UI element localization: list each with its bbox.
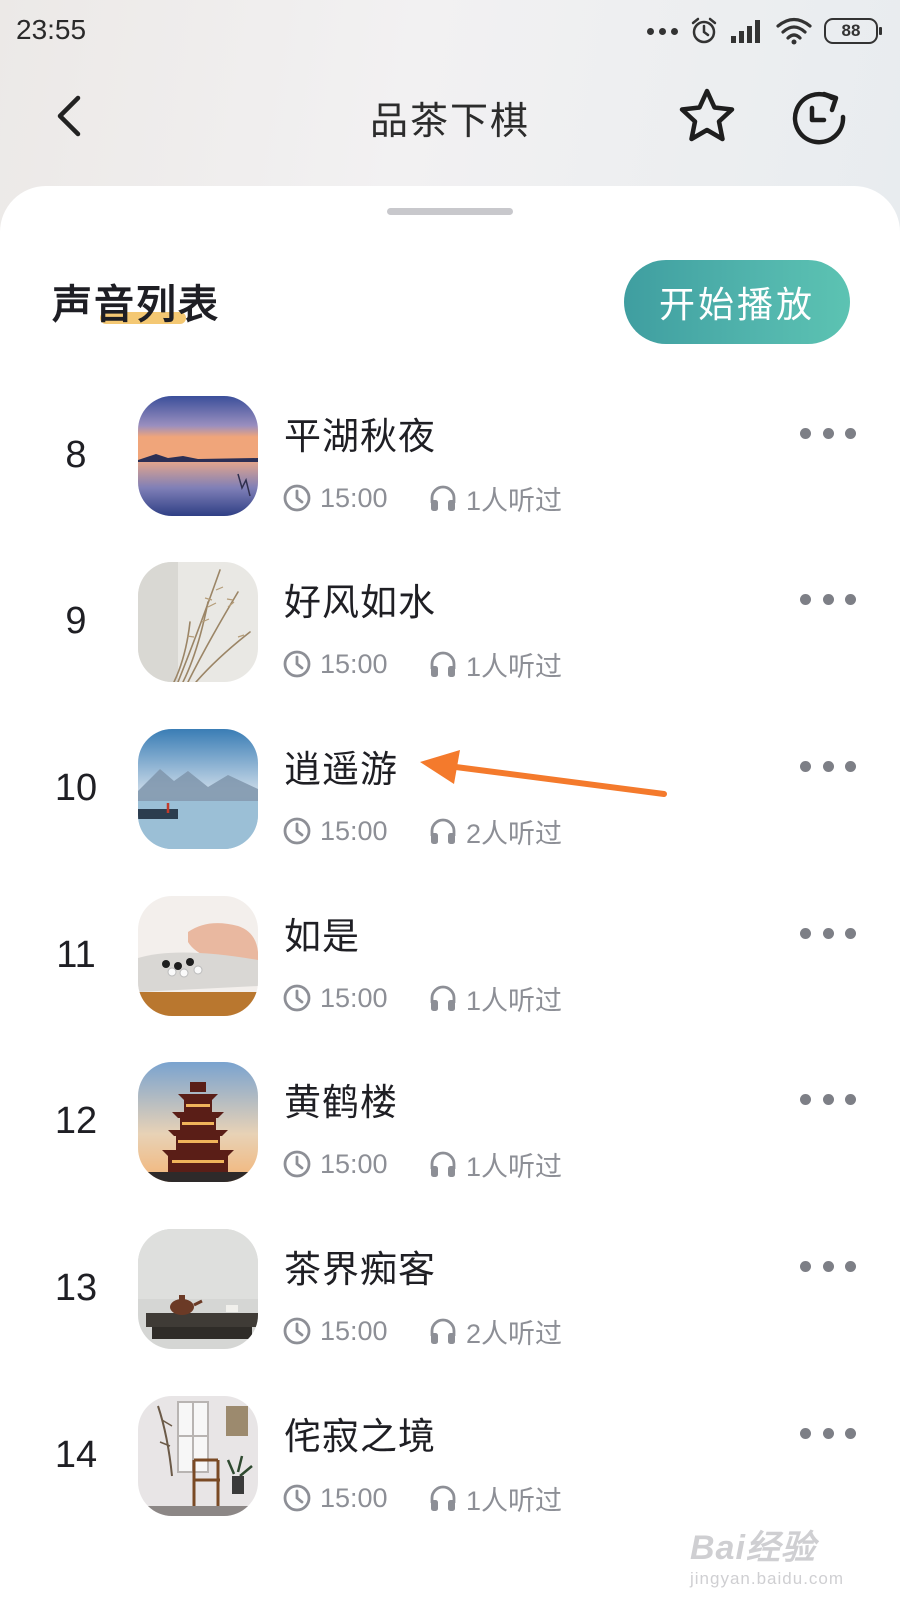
track-listeners: 2人听过 [466, 818, 563, 849]
track-thumbnail [138, 562, 258, 682]
track-title: 逍遥游 [284, 748, 398, 791]
refresh-button[interactable] [788, 86, 850, 148]
track-duration: 15:00 [320, 815, 388, 846]
favorite-button[interactable] [676, 86, 738, 148]
status-time: 23:55 [16, 14, 87, 45]
list-item[interactable]: 9 好风如水 15:00 1人听过 [0, 562, 900, 732]
lake-sunset-image [138, 396, 258, 516]
track-thumbnail [138, 896, 258, 1016]
go-board-hand-image [138, 896, 258, 1016]
track-duration: 15:00 [320, 1482, 388, 1513]
track-thumbnail [138, 729, 258, 849]
more-options-icon[interactable] [800, 1422, 856, 1444]
track-duration: 15:00 [320, 648, 388, 679]
track-number: 12 [54, 1100, 98, 1142]
track-meta: 15:00 1人听过 [282, 646, 562, 682]
track-meta: 15:00 2人听过 [282, 1313, 562, 1349]
more-options-icon[interactable] [800, 1088, 856, 1110]
track-title: 黄鹤楼 [284, 1081, 398, 1124]
track-thumbnail [138, 1062, 258, 1182]
clock-icon [283, 984, 311, 1012]
sheet-drag-handle[interactable] [387, 208, 513, 215]
track-number: 9 [65, 600, 87, 642]
more-options-icon[interactable] [800, 1255, 856, 1277]
track-number: 8 [65, 434, 87, 476]
play-all-button[interactable]: 开始播放 [624, 260, 850, 344]
list-item[interactable]: 11 如是 15:00 1人听过 [0, 896, 900, 1066]
more-options-icon[interactable] [800, 922, 856, 944]
list-item[interactable]: 8 平湖秋夜 15:00 1人听过 [0, 396, 900, 566]
chair-room-image [138, 1396, 258, 1516]
track-listeners: 1人听过 [466, 485, 563, 516]
track-number: 13 [54, 1267, 98, 1309]
clock-icon [283, 484, 311, 512]
track-duration: 15:00 [320, 482, 388, 513]
clock-icon [283, 1484, 311, 1512]
header: 品茶下棋 [0, 62, 900, 172]
star-icon [679, 88, 735, 142]
track-meta: 15:00 1人听过 [282, 1146, 562, 1182]
headphones-icon [430, 1318, 456, 1344]
status-bar: 23:55 88 [0, 0, 900, 62]
track-number: 10 [54, 767, 98, 809]
track-meta: 15:00 1人听过 [282, 980, 562, 1016]
track-title: 平湖秋夜 [284, 415, 436, 458]
headphones-icon [430, 485, 456, 511]
track-number: 11 [56, 934, 96, 976]
track-duration: 15:00 [320, 1315, 388, 1346]
headphones-icon [430, 651, 456, 677]
track-duration: 15:00 [320, 1148, 388, 1179]
signal-icon [731, 20, 760, 43]
headphones-icon [430, 1485, 456, 1511]
track-thumbnail [138, 396, 258, 516]
audio-list-sheet: 声音列表 开始播放 8 平湖秋夜 15:00 1人听过 9 好风如水 15:00… [0, 186, 900, 1600]
yellow-crane-tower-image [138, 1062, 258, 1182]
track-number: 14 [54, 1434, 98, 1476]
track-meta: 15:00 1人听过 [282, 1480, 562, 1516]
track-listeners: 1人听过 [466, 1485, 563, 1516]
page-title: 品茶下棋 [369, 99, 530, 143]
track-duration: 15:00 [320, 982, 388, 1013]
track-title: 好风如水 [284, 581, 436, 624]
more-options-icon[interactable] [800, 588, 856, 610]
wifi-icon [776, 17, 812, 45]
list-item[interactable]: 13 茶界痴客 15:00 2人听过 [0, 1229, 900, 1399]
track-meta: 15:00 2人听过 [282, 813, 562, 849]
track-listeners: 1人听过 [466, 1151, 563, 1182]
more-options-icon[interactable] [800, 422, 856, 444]
clock-icon [283, 1317, 311, 1345]
battery-icon: 88 [824, 18, 882, 44]
refresh-icon [792, 91, 846, 145]
list-item[interactable]: 12 黄鹤楼 15:00 1人听过 [0, 1062, 900, 1232]
misty-mountains-image [138, 729, 258, 849]
clock-icon [283, 650, 311, 678]
track-title: 侘寂之境 [284, 1415, 436, 1458]
section-title: 声音列表 [52, 282, 220, 328]
headphones-icon [430, 818, 456, 844]
watermark: Bai经验 jingyan.baidu.com [690, 1520, 880, 1590]
track-listeners: 2人听过 [466, 1318, 563, 1349]
track-thumbnail [138, 1396, 258, 1516]
teapot-table-image [138, 1229, 258, 1349]
track-title: 茶界痴客 [284, 1248, 436, 1291]
watermark-url: jingyan.baidu.com [690, 1569, 845, 1588]
clock-icon [283, 1150, 311, 1178]
dried-grass-image [138, 562, 258, 682]
watermark-logo: Bai经验 [690, 1529, 816, 1567]
track-meta: 15:00 1人听过 [282, 480, 562, 516]
more-dots-icon [647, 27, 678, 35]
headphones-icon [430, 1151, 456, 1177]
track-thumbnail [138, 1229, 258, 1349]
track-title: 如是 [284, 915, 360, 958]
clock-icon [283, 817, 311, 845]
annotation-arrow [420, 750, 667, 797]
more-options-icon[interactable] [800, 755, 856, 777]
track-listeners: 1人听过 [466, 985, 563, 1016]
headphones-icon [430, 985, 456, 1011]
status-icons: 88 [647, 14, 882, 48]
alarm-icon [691, 17, 717, 44]
track-listeners: 1人听过 [466, 651, 563, 682]
